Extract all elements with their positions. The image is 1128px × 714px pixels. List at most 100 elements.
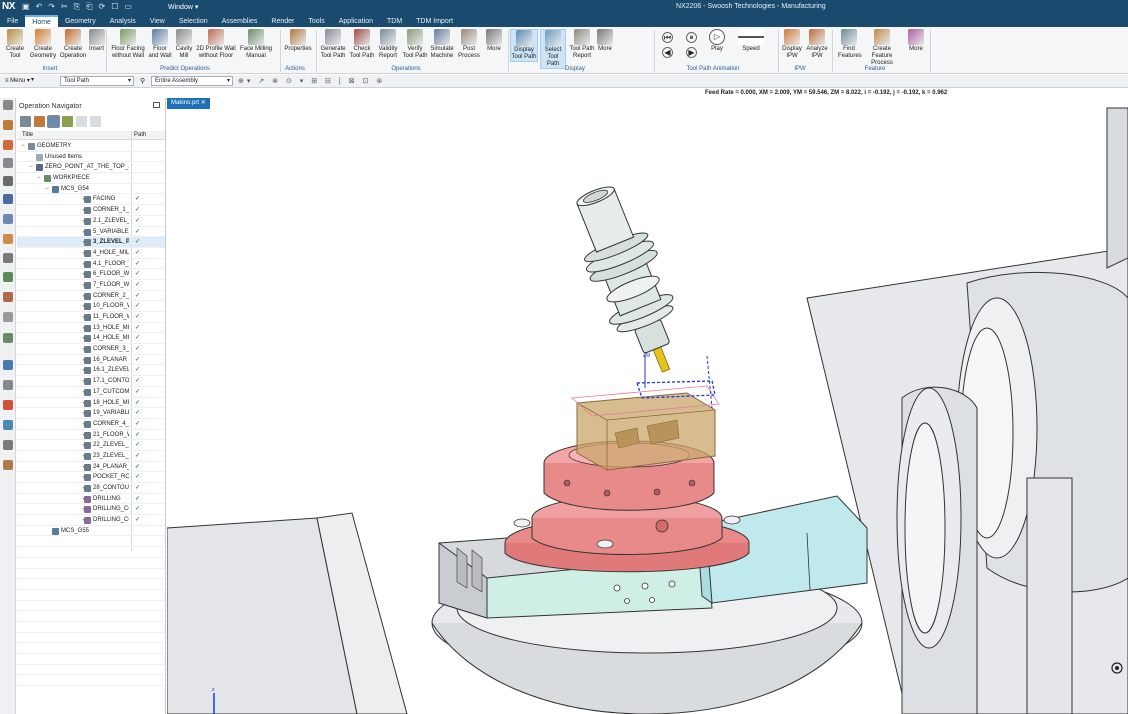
tree-row[interactable]: ✓CORNER_2_ROU...✓ [17, 291, 165, 302]
filter-icon[interactable]: ⚲ [140, 77, 145, 85]
ribbon-more-button[interactable]: More [907, 29, 925, 53]
tree-row[interactable]: ✓6_FLOOR_WALL✓ [17, 269, 165, 280]
tree-row[interactable]: − GEOMETRY [17, 141, 165, 152]
ribbon-select-tool-path-button[interactable]: Select Tool Path [540, 29, 566, 69]
analysis-icon[interactable] [3, 420, 13, 430]
menu-selection[interactable]: Selection [172, 15, 215, 27]
tree-row[interactable]: ✓23_ZLEVEL_PRO...✓ [17, 451, 165, 462]
palette-icon[interactable] [3, 333, 13, 343]
tree-row[interactable]: ✓13_HOLE_MILLI...✓ [17, 323, 165, 334]
scope-select[interactable]: Entire Assembly [151, 76, 233, 86]
process-icon[interactable] [3, 360, 13, 370]
ribbon-2d-profile-wall-without-floor-button[interactable]: 2D Profile Wall without Floor [196, 29, 236, 60]
clock-icon[interactable] [3, 380, 13, 390]
menu-view[interactable]: View [143, 15, 172, 27]
program-order-view-icon[interactable] [20, 116, 31, 127]
ribbon-play-button[interactable]: ▷ Play [706, 29, 728, 53]
ribbon-speed-button[interactable]: Speed [738, 29, 764, 53]
menu-button[interactable]: ≡ Menu ▾ [2, 76, 36, 86]
ribbon-floor-and-wall-button[interactable]: Floor and Wall [148, 29, 172, 60]
operation-navigator-icon[interactable] [3, 214, 13, 224]
menu-analysis[interactable]: Analysis [103, 15, 143, 27]
ribbon-create-feature-process-button[interactable]: Create Feature Process [862, 29, 902, 67]
roles-icon[interactable] [3, 400, 13, 410]
ribbon-tool-path-report-button[interactable]: Tool Path Report [568, 29, 596, 60]
ribbon-display-ipw-button[interactable]: Display IPW [781, 29, 803, 60]
tool-library-icon[interactable] [3, 460, 13, 470]
ribbon-display-tool-path-button[interactable]: Display Tool Path [510, 29, 538, 62]
step-back-icon[interactable]: ⏮ [662, 32, 673, 43]
menu-application[interactable]: Application [332, 15, 380, 27]
tree-row[interactable]: ✓2.1_ZLEVEL_STE...✓ [17, 216, 165, 227]
menu-tdm-import[interactable]: TDM Import [409, 15, 460, 27]
ribbon-validity-report-button[interactable]: Validity Report [375, 29, 401, 60]
tree-row[interactable]: MCS_G55 [17, 526, 165, 537]
ribbon-face-milling-manual-button[interactable]: Face Milling Manual [239, 29, 273, 60]
tree-row[interactable]: − MCS_G54 [17, 184, 165, 195]
collapse-toggle-icon[interactable]: − [36, 173, 42, 184]
window-switch-icon[interactable]: ▭ [124, 2, 132, 12]
ribbon-create-tool-button[interactable]: Create Tool [3, 29, 27, 60]
tree-row[interactable]: ✓22_ZLEVEL_PRO...✓ [17, 440, 165, 451]
web-browser-icon[interactable] [3, 312, 13, 322]
tree-row[interactable]: ✓10_FLOOR_WAL...✓ [17, 301, 165, 312]
machine-scene[interactable]: ZM z [167, 98, 1128, 714]
tree-row[interactable]: ✓14_HOLE_MILLI...✓ [17, 333, 165, 345]
assembly-navigator-icon[interactable] [3, 120, 13, 130]
ribbon-properties-button[interactable]: Properties [284, 29, 312, 53]
tree-row[interactable]: ✓5_VARIABLE_CO...✓ [17, 227, 165, 238]
menu-render[interactable]: Render [264, 15, 301, 27]
graphics-viewport[interactable]: ZM z [167, 98, 1128, 714]
tree-row[interactable]: Unused Items [17, 152, 165, 163]
tree-row[interactable]: ✓7_FLOOR_WALL_...✓ [17, 280, 165, 291]
restore-icon[interactable] [153, 102, 160, 108]
tree-row[interactable]: ✓DRILLING_COPY...✓ [17, 515, 165, 526]
tree-row[interactable]: ✓19_VARIABLE_C...✓ [17, 408, 165, 419]
tree-row[interactable]: ✓3_ZLEVEL_PRO...✓ [17, 237, 165, 248]
tree-row[interactable]: − ZERO_POINT_AT_THE_TOP_... [17, 162, 165, 174]
tree-row[interactable]: ✓16_PLANAR✓ [17, 355, 165, 366]
tree-row[interactable]: ✓11_FLOOR_WAL...✓ [17, 312, 165, 323]
ribbon-find-features-button[interactable]: Find Features [838, 29, 862, 60]
ribbon-create-operation-button[interactable]: Create Operation [59, 29, 87, 60]
tree-row[interactable]: ✓CORNER_4_ROU...✓ [17, 419, 165, 430]
pause-icon[interactable]: ⏸ [686, 32, 697, 43]
copy-icon[interactable]: ⎘ [74, 2, 80, 12]
ribbon-cavity-mill-button[interactable]: Cavity Mill [174, 29, 194, 60]
tree-row[interactable]: ✓24_PLANAR_MIL...✓ [17, 462, 165, 473]
history-icon[interactable] [3, 176, 13, 186]
tree-row[interactable]: ✓CORNER_1_ROU...✓ [17, 205, 165, 216]
menu-assemblies[interactable]: Assemblies [215, 15, 265, 27]
tree-row[interactable]: ✓17_CUTCOM✓ [17, 387, 165, 398]
ribbon-more-button[interactable]: More [484, 29, 504, 53]
ribbon-floor-facing-without-wall-button[interactable]: Floor Facing without Wall [110, 29, 146, 60]
ribbon-simulate-machine-button[interactable]: Simulate Machine [428, 29, 456, 60]
menu-tools[interactable]: Tools [301, 15, 331, 27]
window-menu[interactable]: Window ▾ [168, 3, 198, 11]
expand-icon[interactable] [76, 116, 87, 127]
pcs-icon[interactable] [3, 194, 13, 204]
settings-icon[interactable] [3, 100, 13, 110]
menu-geometry[interactable]: Geometry [58, 15, 103, 27]
save-icon[interactable]: ▣ [22, 2, 30, 12]
redo-icon[interactable]: ↷ [48, 2, 55, 12]
constraint-navigator-icon[interactable] [3, 140, 13, 150]
tree-row[interactable]: ✓17.1_CONTOUR_...✓ [17, 376, 165, 387]
ribbon-check-tool-path-button[interactable]: Check Tool Path [349, 29, 375, 60]
ribbon-create-geometry-button[interactable]: Create Geometry [29, 29, 57, 60]
menu-file[interactable]: File [0, 15, 25, 27]
collapse-toggle-icon[interactable]: − [28, 162, 34, 173]
tree-row[interactable]: ✓21_FLOOR_WAL...✓ [17, 430, 165, 441]
machining-method-view-icon[interactable] [62, 116, 73, 127]
column-path[interactable]: Path [134, 132, 146, 138]
ribbon-insert-button[interactable]: Insert [89, 29, 105, 53]
menu-tdm[interactable]: TDM [380, 15, 409, 27]
tree-row[interactable]: ✓28_CONTOUR_P...✓ [17, 483, 165, 494]
tree-row[interactable]: ✓DRILLING✓ [17, 494, 165, 505]
type-filter-select[interactable]: Tool Path [60, 76, 134, 86]
undo-icon[interactable]: ↶ [36, 2, 43, 12]
tree-row[interactable]: ✓16.1_ZLEVEL_PR...✓ [17, 365, 165, 377]
machine-navigator-icon[interactable] [3, 234, 13, 244]
feature-navigator-icon[interactable] [3, 253, 13, 263]
collapse-toggle-icon[interactable]: − [44, 184, 50, 195]
